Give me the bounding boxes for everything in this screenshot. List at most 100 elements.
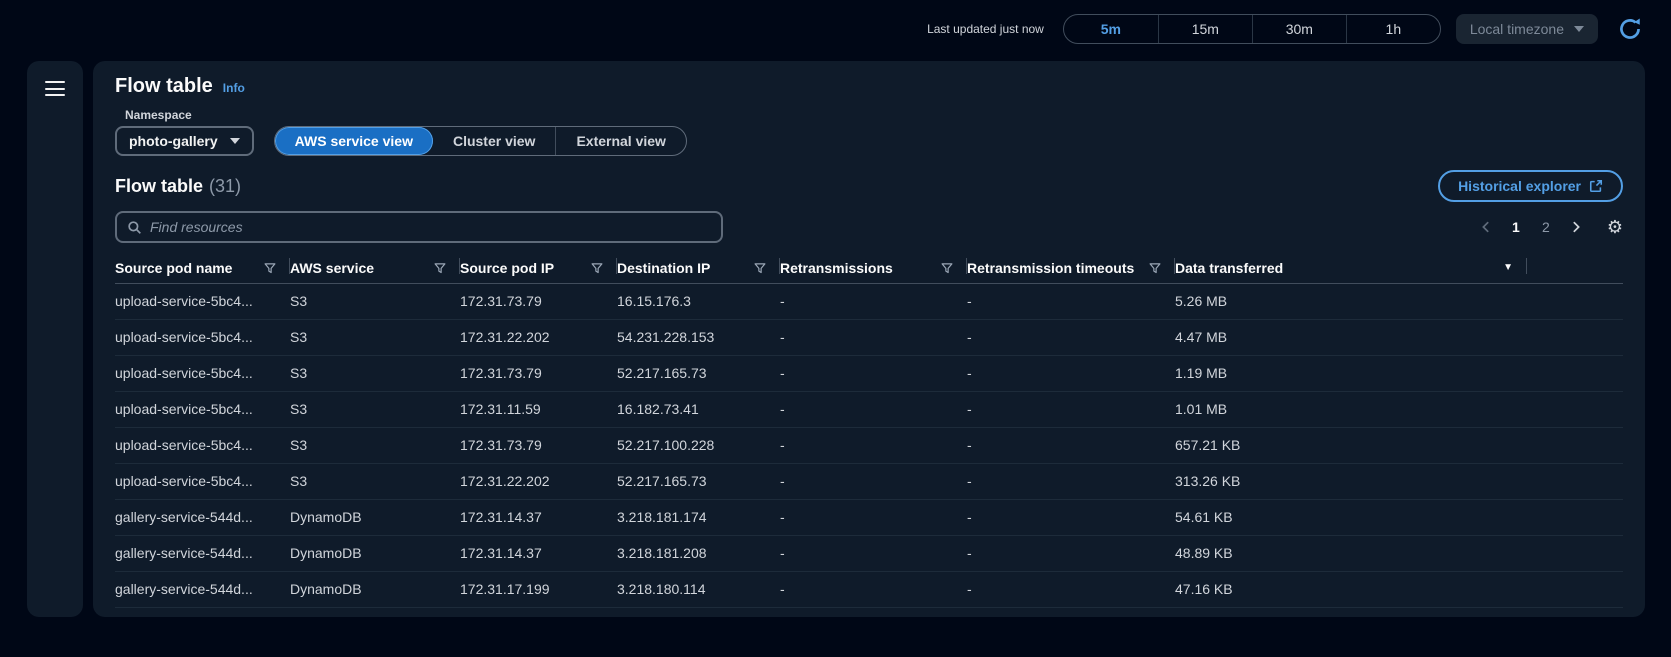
table-cell: 172.31.14.37 bbox=[460, 499, 617, 535]
page-2-button[interactable]: 2 bbox=[1533, 214, 1559, 240]
table-cell: upload-service-5bc4... bbox=[115, 427, 290, 463]
table-cell: - bbox=[967, 571, 1175, 607]
column-header-retransmission-timeouts[interactable]: Retransmission timeouts bbox=[967, 253, 1175, 283]
menu-button[interactable] bbox=[45, 81, 65, 96]
namespace-value: photo-gallery bbox=[129, 133, 218, 149]
column-header-gutter bbox=[1527, 253, 1623, 283]
table-row[interactable]: upload-service-5bc4...S3172.31.22.20252.… bbox=[115, 463, 1623, 499]
time-range-5m[interactable]: 5m bbox=[1064, 15, 1158, 43]
table-cell-gutter bbox=[1527, 499, 1623, 535]
previous-page-button[interactable] bbox=[1473, 214, 1499, 240]
table-cell: - bbox=[967, 427, 1175, 463]
view-segmented-control: AWS service view Cluster view External v… bbox=[274, 126, 687, 156]
flow-table-head: Source pod name AWS service Source pod I bbox=[115, 253, 1623, 283]
column-header-source-pod-name[interactable]: Source pod name bbox=[115, 253, 290, 283]
table-cell: DynamoDB bbox=[290, 535, 460, 571]
view-aws-service[interactable]: AWS service view bbox=[275, 127, 433, 155]
table-cell: upload-service-5bc4... bbox=[115, 355, 290, 391]
column-header-retransmissions[interactable]: Retransmissions bbox=[780, 253, 967, 283]
topbar: Last updated just now 5m 15m 30m 1h Loca… bbox=[0, 0, 1671, 57]
filter-icon[interactable] bbox=[264, 262, 276, 274]
column-header-destination-ip[interactable]: Destination IP bbox=[617, 253, 780, 283]
filter-icon[interactable] bbox=[591, 262, 603, 274]
table-row[interactable]: gallery-service-544d...DynamoDB172.31.14… bbox=[115, 499, 1623, 535]
table-cell-gutter bbox=[1527, 571, 1623, 607]
info-link[interactable]: Info bbox=[223, 81, 245, 95]
table-cell: S3 bbox=[290, 319, 460, 355]
table-cell: 3.218.181.174 bbox=[617, 499, 780, 535]
caret-down-icon bbox=[230, 138, 240, 144]
table-cell-gutter bbox=[1527, 535, 1623, 571]
next-page-button[interactable] bbox=[1563, 214, 1589, 240]
table-row[interactable]: upload-service-5bc4...S3172.31.73.7916.1… bbox=[115, 283, 1623, 319]
table-cell: 52.217.100.228 bbox=[617, 427, 780, 463]
table-cell: - bbox=[967, 535, 1175, 571]
column-header-aws-service[interactable]: AWS service bbox=[290, 253, 460, 283]
table-cell: 172.31.11.59 bbox=[460, 391, 617, 427]
table-cell: - bbox=[780, 319, 967, 355]
table-cell: 172.31.14.37 bbox=[460, 535, 617, 571]
page-header: Flow table Info bbox=[115, 75, 1623, 98]
table-cell: - bbox=[967, 499, 1175, 535]
table-row[interactable]: upload-service-5bc4...S3172.31.73.7952.2… bbox=[115, 355, 1623, 391]
filter-icon[interactable] bbox=[941, 262, 953, 274]
sort-descending-icon[interactable]: ▼ bbox=[1503, 262, 1513, 273]
view-cluster[interactable]: Cluster view bbox=[433, 127, 555, 155]
table-count: (31) bbox=[209, 176, 241, 196]
filter-icon[interactable] bbox=[1149, 262, 1161, 274]
timezone-label: Local timezone bbox=[1470, 21, 1564, 37]
last-updated-text: Last updated just now bbox=[927, 22, 1044, 36]
table-title: Flow table(31) bbox=[115, 176, 241, 197]
table-cell: - bbox=[780, 499, 967, 535]
table-cell-gutter bbox=[1527, 463, 1623, 499]
table-cell: 172.31.73.79 bbox=[460, 427, 617, 463]
page-1-button[interactable]: 1 bbox=[1503, 214, 1529, 240]
search-icon bbox=[127, 220, 142, 235]
table-cell: 4.47 MB bbox=[1175, 319, 1527, 355]
timezone-select[interactable]: Local timezone bbox=[1456, 14, 1598, 44]
table-cell: upload-service-5bc4... bbox=[115, 391, 290, 427]
namespace-select[interactable]: photo-gallery bbox=[115, 126, 254, 156]
table-cell: 47.16 KB bbox=[1175, 571, 1527, 607]
table-cell: 172.31.22.202 bbox=[460, 463, 617, 499]
table-cell: S3 bbox=[290, 463, 460, 499]
filter-icon[interactable] bbox=[754, 262, 766, 274]
table-cell: 54.231.228.153 bbox=[617, 319, 780, 355]
table-cell: 1.01 MB bbox=[1175, 391, 1527, 427]
time-range-30m[interactable]: 30m bbox=[1252, 15, 1346, 43]
table-cell: 172.31.73.79 bbox=[460, 283, 617, 319]
table-cell: - bbox=[780, 355, 967, 391]
table-cell-gutter bbox=[1527, 355, 1623, 391]
table-row[interactable]: upload-service-5bc4...S3172.31.11.5916.1… bbox=[115, 391, 1623, 427]
table-cell: S3 bbox=[290, 355, 460, 391]
table-cell: - bbox=[780, 535, 967, 571]
historical-explorer-button[interactable]: Historical explorer bbox=[1438, 170, 1623, 202]
table-cell-gutter bbox=[1527, 427, 1623, 463]
page-title: Flow table bbox=[115, 75, 213, 98]
filter-icon[interactable] bbox=[434, 262, 446, 274]
column-header-data-transferred[interactable]: Data transferred ▼ bbox=[1175, 253, 1527, 283]
table-settings-button[interactable]: ⚙ bbox=[1607, 218, 1623, 236]
time-range-15m[interactable]: 15m bbox=[1158, 15, 1252, 43]
table-row[interactable]: gallery-service-544d...DynamoDB172.31.14… bbox=[115, 535, 1623, 571]
time-range-1h[interactable]: 1h bbox=[1346, 15, 1440, 43]
refresh-icon bbox=[1618, 17, 1642, 41]
table-row[interactable]: upload-service-5bc4...S3172.31.22.20254.… bbox=[115, 319, 1623, 355]
search-input[interactable] bbox=[150, 219, 711, 235]
column-header-source-pod-ip[interactable]: Source pod IP bbox=[460, 253, 617, 283]
table-cell: 657.21 KB bbox=[1175, 427, 1527, 463]
table-cell-gutter bbox=[1527, 319, 1623, 355]
refresh-button[interactable] bbox=[1613, 12, 1647, 46]
table-cell: - bbox=[967, 391, 1175, 427]
chevron-left-icon bbox=[1479, 220, 1493, 234]
table-row[interactable]: gallery-service-544d...DynamoDB172.31.17… bbox=[115, 571, 1623, 607]
search-box[interactable] bbox=[115, 211, 723, 243]
pagination: 1 2 ⚙ bbox=[1473, 214, 1623, 240]
table-cell: gallery-service-544d... bbox=[115, 535, 290, 571]
table-cell: S3 bbox=[290, 391, 460, 427]
table-row[interactable]: upload-service-5bc4...S3172.31.73.7952.2… bbox=[115, 427, 1623, 463]
view-external[interactable]: External view bbox=[555, 127, 686, 155]
table-cell: 5.26 MB bbox=[1175, 283, 1527, 319]
table-cell: S3 bbox=[290, 283, 460, 319]
table-cell: 52.217.165.73 bbox=[617, 463, 780, 499]
